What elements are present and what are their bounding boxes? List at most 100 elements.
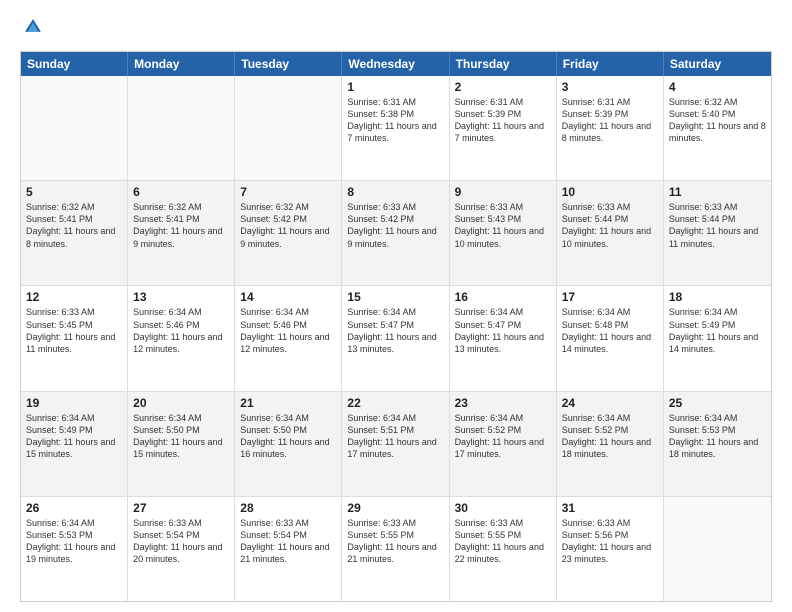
logo-icon [22, 16, 44, 38]
day-number: 27 [133, 501, 229, 515]
day-number: 28 [240, 501, 336, 515]
cell-info: Sunrise: 6:34 AMSunset: 5:52 PMDaylight:… [562, 412, 658, 461]
calendar-cell: 21 Sunrise: 6:34 AMSunset: 5:50 PMDayligh… [235, 392, 342, 496]
calendar-cell: 2 Sunrise: 6:31 AMSunset: 5:39 PMDaylight… [450, 76, 557, 180]
calendar-cell: 31 Sunrise: 6:33 AMSunset: 5:56 PMDayligh… [557, 497, 664, 601]
day-number: 21 [240, 396, 336, 410]
calendar-cell: 7 Sunrise: 6:32 AMSunset: 5:42 PMDaylight… [235, 181, 342, 285]
day-number: 16 [455, 290, 551, 304]
cell-info: Sunrise: 6:34 AMSunset: 5:51 PMDaylight:… [347, 412, 443, 461]
day-number: 12 [26, 290, 122, 304]
weekday-header: Monday [128, 52, 235, 76]
cell-info: Sunrise: 6:33 AMSunset: 5:54 PMDaylight:… [240, 517, 336, 566]
calendar-cell: 15 Sunrise: 6:34 AMSunset: 5:47 PMDayligh… [342, 286, 449, 390]
calendar-cell: 6 Sunrise: 6:32 AMSunset: 5:41 PMDaylight… [128, 181, 235, 285]
day-number: 8 [347, 185, 443, 199]
calendar-row: 5 Sunrise: 6:32 AMSunset: 5:41 PMDaylight… [21, 181, 771, 286]
calendar-cell: 23Sunrise: 6:34 AMSunset: 5:52 PMDayligh… [450, 392, 557, 496]
day-number: 13 [133, 290, 229, 304]
day-number: 15 [347, 290, 443, 304]
day-number: 11 [669, 185, 766, 199]
cell-info: Sunrise: 6:32 AMSunset: 5:40 PMDaylight:… [669, 96, 766, 145]
cell-info: Sunrise: 6:31 AMSunset: 5:38 PMDaylight:… [347, 96, 443, 145]
cell-info: Sunrise: 6:33 AMSunset: 5:45 PMDaylight:… [26, 306, 122, 355]
calendar-cell: 26 Sunrise: 6:34 AMSunset: 5:53 PMDayligh… [21, 497, 128, 601]
cell-info: Sunrise: 6:33 AMSunset: 5:43 PMDaylight:… [455, 201, 551, 250]
calendar-cell: 11 Sunrise: 6:33 AMSunset: 5:44 PMDayligh… [664, 181, 771, 285]
calendar-row: 12 Sunrise: 6:33 AMSunset: 5:45 PMDayligh… [21, 286, 771, 391]
calendar-cell: 17Sunrise: 6:34 AMSunset: 5:48 PMDayligh… [557, 286, 664, 390]
day-number: 7 [240, 185, 336, 199]
cell-info: Sunrise: 6:34 AMSunset: 5:50 PMDaylight:… [133, 412, 229, 461]
calendar-cell: 13 Sunrise: 6:34 AMSunset: 5:46 PMDayligh… [128, 286, 235, 390]
cell-info: Sunrise: 6:34 AMSunset: 5:53 PMDaylight:… [26, 517, 122, 566]
page-header [20, 16, 772, 43]
calendar-cell: 28 Sunrise: 6:33 AMSunset: 5:54 PMDayligh… [235, 497, 342, 601]
calendar-cell [21, 76, 128, 180]
calendar-cell: 27 Sunrise: 6:33 AMSunset: 5:54 PMDayligh… [128, 497, 235, 601]
cell-info: Sunrise: 6:32 AMSunset: 5:42 PMDaylight:… [240, 201, 336, 250]
day-number: 23 [455, 396, 551, 410]
cell-info: Sunrise: 6:32 AMSunset: 5:41 PMDaylight:… [133, 201, 229, 250]
day-number: 18 [669, 290, 766, 304]
calendar-row: 26 Sunrise: 6:34 AMSunset: 5:53 PMDayligh… [21, 497, 771, 601]
day-number: 30 [455, 501, 551, 515]
cell-info: Sunrise: 6:34 AMSunset: 5:47 PMDaylight:… [455, 306, 551, 355]
calendar-cell: 20 Sunrise: 6:34 AMSunset: 5:50 PMDayligh… [128, 392, 235, 496]
day-number: 10 [562, 185, 658, 199]
cell-info: Sunrise: 6:34 AMSunset: 5:53 PMDaylight:… [669, 412, 766, 461]
cell-info: Sunrise: 6:34 AMSunset: 5:47 PMDaylight:… [347, 306, 443, 355]
day-number: 31 [562, 501, 658, 515]
cell-info: Sunrise: 6:33 AMSunset: 5:55 PMDaylight:… [347, 517, 443, 566]
cell-info: Sunrise: 6:31 AMSunset: 5:39 PMDaylight:… [562, 96, 658, 145]
calendar-row: 19Sunrise: 6:34 AMSunset: 5:49 PMDayligh… [21, 392, 771, 497]
calendar-cell: 10 Sunrise: 6:33 AMSunset: 5:44 PMDayligh… [557, 181, 664, 285]
day-number: 1 [347, 80, 443, 94]
day-number: 9 [455, 185, 551, 199]
cell-info: Sunrise: 6:33 AMSunset: 5:44 PMDaylight:… [562, 201, 658, 250]
cell-info: Sunrise: 6:33 AMSunset: 5:54 PMDaylight:… [133, 517, 229, 566]
calendar: SundayMondayTuesdayWednesdayThursdayFrid… [20, 51, 772, 602]
cell-info: Sunrise: 6:33 AMSunset: 5:44 PMDaylight:… [669, 201, 766, 250]
cell-info: Sunrise: 6:31 AMSunset: 5:39 PMDaylight:… [455, 96, 551, 145]
day-number: 22 [347, 396, 443, 410]
day-number: 19 [26, 396, 122, 410]
calendar-cell: 22 Sunrise: 6:34 AMSunset: 5:51 PMDayligh… [342, 392, 449, 496]
day-number: 5 [26, 185, 122, 199]
calendar-body: 1 Sunrise: 6:31 AMSunset: 5:38 PMDaylight… [21, 76, 771, 601]
weekday-header: Sunday [21, 52, 128, 76]
calendar-cell: 24Sunrise: 6:34 AMSunset: 5:52 PMDayligh… [557, 392, 664, 496]
calendar-cell [235, 76, 342, 180]
day-number: 20 [133, 396, 229, 410]
cell-info: Sunrise: 6:34 AMSunset: 5:50 PMDaylight:… [240, 412, 336, 461]
calendar-cell: 30 Sunrise: 6:33 AMSunset: 5:55 PMDayligh… [450, 497, 557, 601]
calendar-cell: 4 Sunrise: 6:32 AMSunset: 5:40 PMDaylight… [664, 76, 771, 180]
day-number: 26 [26, 501, 122, 515]
calendar-cell: 19Sunrise: 6:34 AMSunset: 5:49 PMDayligh… [21, 392, 128, 496]
calendar-cell: 25 Sunrise: 6:34 AMSunset: 5:53 PMDayligh… [664, 392, 771, 496]
cell-info: Sunrise: 6:33 AMSunset: 5:56 PMDaylight:… [562, 517, 658, 566]
day-number: 2 [455, 80, 551, 94]
calendar-cell [664, 497, 771, 601]
weekday-header: Saturday [664, 52, 771, 76]
day-number: 6 [133, 185, 229, 199]
calendar-cell: 5 Sunrise: 6:32 AMSunset: 5:41 PMDaylight… [21, 181, 128, 285]
cell-info: Sunrise: 6:32 AMSunset: 5:41 PMDaylight:… [26, 201, 122, 250]
calendar-cell [128, 76, 235, 180]
calendar-cell: 29Sunrise: 6:33 AMSunset: 5:55 PMDayligh… [342, 497, 449, 601]
calendar-cell: 16 Sunrise: 6:34 AMSunset: 5:47 PMDayligh… [450, 286, 557, 390]
day-number: 4 [669, 80, 766, 94]
calendar-cell: 14 Sunrise: 6:34 AMSunset: 5:46 PMDayligh… [235, 286, 342, 390]
calendar-cell: 3 Sunrise: 6:31 AMSunset: 5:39 PMDaylight… [557, 76, 664, 180]
cell-info: Sunrise: 6:33 AMSunset: 5:55 PMDaylight:… [455, 517, 551, 566]
calendar-cell: 9 Sunrise: 6:33 AMSunset: 5:43 PMDaylight… [450, 181, 557, 285]
day-number: 14 [240, 290, 336, 304]
cell-info: Sunrise: 6:34 AMSunset: 5:49 PMDaylight:… [669, 306, 766, 355]
weekday-header: Wednesday [342, 52, 449, 76]
day-number: 3 [562, 80, 658, 94]
calendar-cell: 8Sunrise: 6:33 AMSunset: 5:42 PMDaylight… [342, 181, 449, 285]
cell-info: Sunrise: 6:34 AMSunset: 5:46 PMDaylight:… [240, 306, 336, 355]
cell-info: Sunrise: 6:34 AMSunset: 5:46 PMDaylight:… [133, 306, 229, 355]
calendar-cell: 18 Sunrise: 6:34 AMSunset: 5:49 PMDayligh… [664, 286, 771, 390]
day-number: 25 [669, 396, 766, 410]
